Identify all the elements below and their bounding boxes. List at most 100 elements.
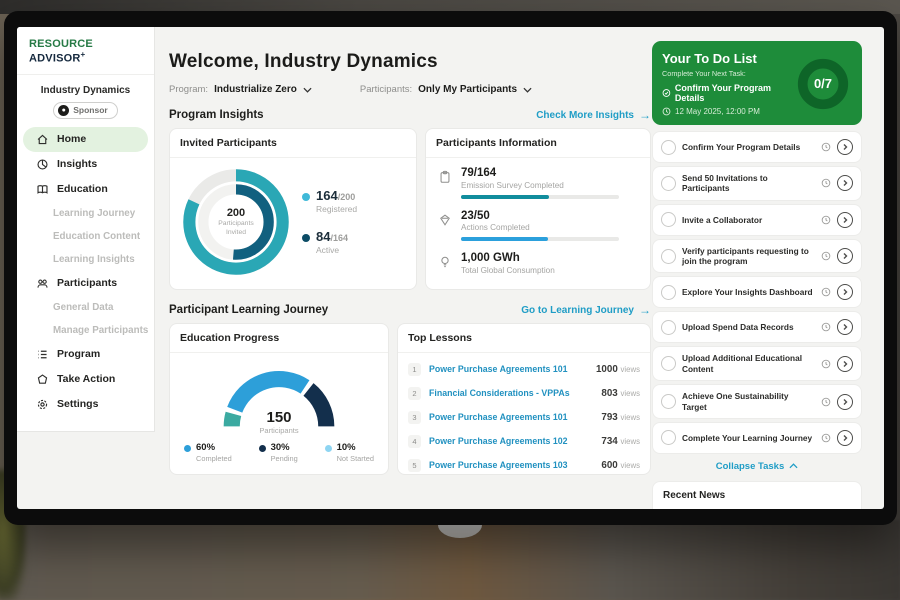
collapse-tasks-link[interactable]: Collapse Tasks bbox=[652, 461, 862, 472]
task-checkbox[interactable] bbox=[661, 176, 676, 191]
invited-participants-donut-chart: 200 Participants Invited bbox=[180, 166, 292, 278]
participants-information-card: Participants Information 79/164 Emission… bbox=[425, 128, 651, 290]
chevron-right-button[interactable] bbox=[837, 430, 853, 446]
todo-progress-count: 0/7 bbox=[794, 55, 852, 113]
task-checkbox[interactable] bbox=[661, 285, 676, 300]
home-icon bbox=[36, 133, 49, 146]
sidebar-item-general-data[interactable]: General Data bbox=[17, 296, 154, 319]
logo-plus: + bbox=[81, 50, 86, 59]
legend-dot bbox=[302, 234, 310, 242]
donut-legend: 164/200 Registered 84/164 Active bbox=[302, 189, 357, 255]
task-row-verify-participants[interactable]: Verify participants requesting to join t… bbox=[652, 239, 862, 274]
task-checkbox[interactable] bbox=[661, 394, 676, 409]
chevron-right-button[interactable] bbox=[837, 394, 853, 410]
chevron-right-button[interactable] bbox=[837, 248, 853, 264]
lesson-row: 2 Financial Considerations - VPPAs 803 v… bbox=[408, 381, 640, 405]
sidebar-item-take-action[interactable]: Take Action bbox=[23, 367, 148, 392]
main-content: Welcome, Industry Dynamics Program: Indu… bbox=[155, 27, 652, 509]
pending-clock-icon bbox=[821, 322, 831, 332]
chevron-right-button[interactable] bbox=[837, 212, 853, 228]
program-filter[interactable]: Program: Industrialize Zero bbox=[169, 84, 312, 95]
progress-bar bbox=[461, 195, 619, 199]
lesson-rank: 4 bbox=[408, 435, 421, 448]
donut-center-value: 200 bbox=[227, 207, 245, 219]
sidebar-item-education[interactable]: Education bbox=[23, 177, 148, 202]
check-more-insights-link[interactable]: Check More Insights → bbox=[536, 109, 651, 121]
legend-registered: 164/200 Registered bbox=[302, 189, 357, 214]
chevron-right-button[interactable] bbox=[837, 319, 853, 335]
lesson-link[interactable]: Financial Considerations - VPPAs bbox=[429, 388, 593, 398]
book-icon bbox=[36, 183, 49, 196]
pending-clock-icon bbox=[821, 178, 831, 188]
actions-gem-icon bbox=[438, 213, 452, 227]
todo-subtitle: Complete Your Next Task: bbox=[662, 69, 788, 78]
task-checkbox[interactable] bbox=[661, 320, 676, 335]
lesson-link[interactable]: Power Purchase Agreements 103 bbox=[429, 460, 593, 470]
chevron-right-button[interactable] bbox=[837, 356, 853, 372]
todo-due-date: 12 May 2025, 12:00 PM bbox=[675, 107, 760, 116]
section-title-program-insights: Program Insights bbox=[169, 109, 264, 121]
legend-pending: 30% Pending bbox=[259, 443, 298, 463]
recent-news-title: Recent News bbox=[653, 482, 861, 509]
filters-row: Program: Industrialize Zero Participants… bbox=[169, 84, 652, 95]
pending-clock-icon bbox=[821, 251, 831, 261]
sidebar-item-program[interactable]: Program bbox=[23, 342, 148, 367]
chevron-right-button[interactable] bbox=[837, 139, 853, 155]
invited-participants-card: Invited Participants 200 Participants In… bbox=[169, 128, 417, 290]
sidebar-item-manage-participants[interactable]: Manage Participants bbox=[17, 319, 154, 342]
sidebar-item-learning-journey[interactable]: Learning Journey bbox=[17, 202, 154, 225]
pending-clock-icon bbox=[821, 397, 831, 407]
take-action-icon bbox=[36, 373, 49, 386]
task-icon bbox=[662, 88, 671, 98]
lesson-row: 3 Power Purchase Agreements 101 793 view… bbox=[408, 405, 640, 429]
stat-total-consumption: 1,000 GWh Total Global Consumption bbox=[438, 252, 638, 275]
sidebar-item-home[interactable]: Home bbox=[23, 127, 148, 152]
sidebar-item-settings[interactable]: Settings bbox=[23, 392, 148, 417]
task-row-upload-educational-content[interactable]: Upload Additional Educational Content bbox=[652, 346, 862, 381]
participants-filter[interactable]: Participants: Only My Participants bbox=[360, 84, 532, 95]
sidebar-item-participants[interactable]: Participants bbox=[23, 271, 148, 296]
task-checkbox[interactable] bbox=[661, 356, 676, 371]
participants-icon bbox=[36, 277, 49, 290]
pending-clock-icon bbox=[821, 215, 831, 225]
sponsor-icon: ● bbox=[58, 105, 69, 116]
todo-header: Your To Do List Complete Your Next Task:… bbox=[652, 41, 862, 125]
lesson-row: 1 Power Purchase Agreements 101 1000 vie… bbox=[408, 357, 640, 381]
task-checkbox[interactable] bbox=[661, 430, 676, 445]
task-checkbox[interactable] bbox=[661, 212, 676, 227]
task-row-upload-spend-data[interactable]: Upload Spend Data Records bbox=[652, 311, 862, 343]
legend-not-started: 10% Not Started bbox=[325, 443, 374, 463]
sidebar-nav: Home Insights Education Learning Journey… bbox=[17, 127, 154, 417]
task-row-achieve-sustainability-target[interactable]: Achieve One Sustainability Target bbox=[652, 384, 862, 419]
todo-panel: Your To Do List Complete Your Next Task:… bbox=[652, 41, 862, 509]
todo-title: Your To Do List bbox=[662, 51, 788, 66]
lesson-link[interactable]: Power Purchase Agreements 102 bbox=[429, 436, 593, 446]
insights-pie-icon bbox=[36, 158, 49, 171]
legend-dot bbox=[302, 193, 310, 201]
chevron-right-button[interactable] bbox=[837, 175, 853, 191]
task-row-confirm-program-details[interactable]: Confirm Your Program Details bbox=[652, 131, 862, 163]
task-checkbox[interactable] bbox=[661, 249, 676, 264]
lesson-link[interactable]: Power Purchase Agreements 101 bbox=[429, 412, 593, 422]
chevron-right-button[interactable] bbox=[837, 284, 853, 300]
sidebar-item-insights[interactable]: Insights bbox=[23, 152, 148, 177]
sidebar: RESOURCE ADVISOR+ Industry Dynamics ● Sp… bbox=[17, 27, 155, 509]
chevron-up-icon bbox=[789, 463, 798, 469]
go-to-learning-journey-link[interactable]: Go to Learning Journey → bbox=[521, 304, 651, 316]
gauge-legend: 60% Completed 30% Pending 10% Not Starte… bbox=[170, 435, 388, 463]
list-icon bbox=[36, 348, 49, 361]
logo-advisor: ADVISOR bbox=[29, 53, 81, 65]
arrow-right-icon: → bbox=[639, 304, 651, 316]
sidebar-item-learning-insights[interactable]: Learning Insights bbox=[17, 248, 154, 271]
pending-clock-icon bbox=[821, 359, 831, 369]
chevron-down-icon bbox=[523, 87, 532, 93]
lesson-link[interactable]: Power Purchase Agreements 101 bbox=[429, 364, 588, 374]
task-row-complete-learning-journey[interactable]: Complete Your Learning Journey bbox=[652, 422, 862, 454]
sidebar-item-education-content[interactable]: Education Content bbox=[17, 225, 154, 248]
section-title-learning-journey: Participant Learning Journey bbox=[169, 304, 328, 316]
task-row-explore-insights[interactable]: Explore Your Insights Dashboard bbox=[652, 276, 862, 308]
task-row-send-invitations[interactable]: Send 50 Invitations to Participants bbox=[652, 166, 862, 201]
task-checkbox[interactable] bbox=[661, 140, 676, 155]
task-row-invite-collaborator[interactable]: Invite a Collaborator bbox=[652, 204, 862, 236]
todo-next-task: Confirm Your Program Details bbox=[675, 83, 788, 103]
